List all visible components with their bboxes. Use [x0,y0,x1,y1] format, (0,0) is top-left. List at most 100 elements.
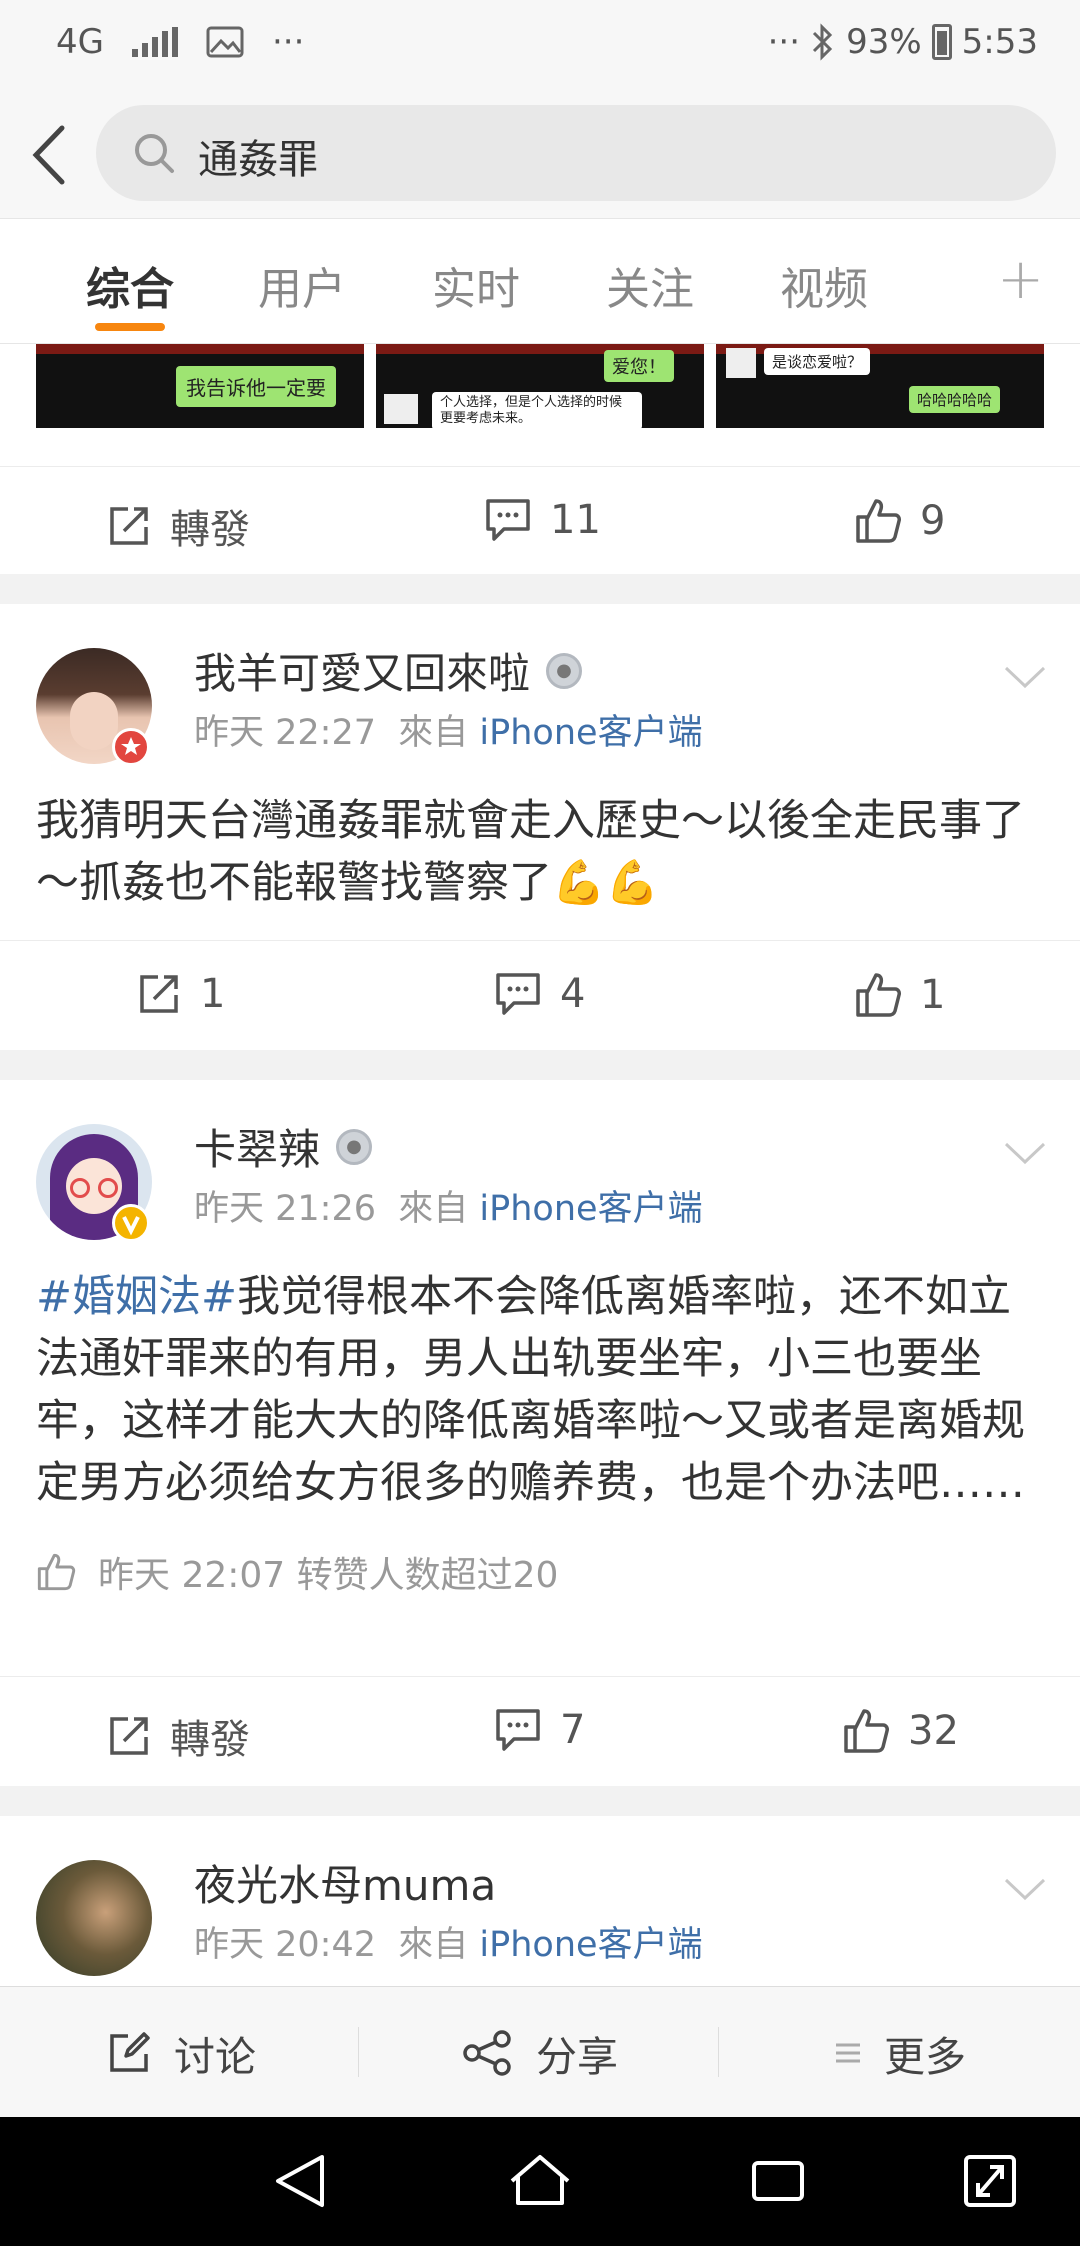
search-results-feed[interactable]: 我告诉他一定要 爱您！ 个人选择，但是个人选择的时候更要考虑未来。 是谈恋爱啦？… [0,344,1080,1986]
add-tab-icon[interactable]: + [997,247,1044,312]
post-image[interactable]: 我告诉他一定要 [36,344,364,428]
post-actions: 1 4 1 [0,940,1080,1050]
back-icon[interactable] [22,120,86,190]
tab-videos[interactable]: 视频 [780,253,868,317]
chevron-down-icon[interactable] [1002,1876,1048,1902]
share-button[interactable]: 分享 [462,2023,618,2083]
chat-bubble: 我告诉他一定要 [176,366,336,407]
divider [358,2027,359,2077]
like-button[interactable]: 1 [854,971,945,1019]
nav-back-icon[interactable] [272,2151,328,2211]
bottom-action-bar: 讨论 分享 更多 [0,1986,1080,2117]
system-navigation-bar [0,2117,1080,2246]
tab-bar: 综合 用户 实时 关注 视频 + [0,218,1080,344]
tab-realtime[interactable]: 实时 [432,253,520,317]
post-text: 我猜明天台灣通姦罪就會走入歷史～以後全走民事了～抓姦也不能報警找警察了💪💪 [36,796,1025,908]
comment-count: 11 [550,497,601,543]
search-header: 通姦罪 [0,92,1080,218]
repost-icon [110,1717,148,1755]
repost-button[interactable]: 轉發 [106,497,250,555]
post-card[interactable]: 卡翠辣 ● 昨天 21:26 來自 iPhone客户端 #婚姻法#我觉得根本不会… [0,1080,1080,1786]
thumbs-up-icon [856,973,901,1017]
status-bar: 4G ··· ··· 93% 5:53 [0,0,1080,92]
post-card[interactable]: 我羊可愛又回來啦 ● 昨天 22:27 來自 iPhone客户端 我猜明天台灣通… [0,604,1080,1050]
author-name-text: 我羊可愛又回來啦 [194,649,531,698]
repost-label: 轉發 [170,1717,250,1763]
comment-button[interactable]: 11 [484,497,601,543]
like-summary-text: 昨天 22:07 转赞人数超过20 [98,1555,559,1596]
image-notification-icon [206,26,244,58]
repost-label: 轉發 [170,507,250,553]
medal-icon: ● [336,1128,373,1165]
like-button[interactable]: 9 [854,497,945,545]
like-count: 1 [920,972,946,1018]
post-time: 昨天 22:27 [194,713,376,753]
like-count: 9 [920,498,946,544]
post-meta: 昨天 21:26 來自 iPhone客户端 [194,1180,703,1231]
search-icon [135,134,174,173]
like-button[interactable]: 32 [842,1707,959,1755]
post-time: 昨天 21:26 [194,1189,376,1229]
comment-icon [496,973,540,1015]
nav-expand-icon[interactable] [962,2151,1018,2211]
signal-icon [131,27,178,57]
clock: 5:53 [961,22,1038,62]
chat-bubble: 个人选择，但是个人选择的时候更要考虑未来。 [432,392,642,428]
post-text: #婚姻法#我觉得根本不会降低离婚率啦，还不如立法通奸罪来的有用，男人出轨要坐牢，… [36,1266,1046,1514]
chevron-down-icon[interactable] [1002,664,1048,690]
repost-button[interactable]: 轉發 [106,1707,250,1765]
battery-percent: 93% [846,22,922,62]
discuss-button[interactable]: 讨论 [106,2023,256,2083]
comment-count: 7 [560,1707,586,1753]
menu-icon [836,2043,860,2063]
author-name[interactable]: 卡翠辣 ● [194,1116,373,1177]
thumbs-up-icon [37,1553,76,1591]
post-image-row: 我告诉他一定要 爱您！ 个人选择，但是个人选择的时候更要考虑未来。 是谈恋爱啦？… [36,344,1044,428]
more-button[interactable]: 更多 [834,2023,966,2083]
tab-users[interactable]: 用户 [258,253,346,317]
like-count: 32 [908,1708,959,1754]
nav-recents-icon[interactable] [748,2151,808,2211]
repost-icon [110,507,148,545]
chat-bubble: 是谈恋爱啦？ [764,348,871,375]
post-card: 我告诉他一定要 爱您！ 个人选择，但是个人选择的时候更要考虑未来。 是谈恋爱啦？… [0,344,1080,574]
repost-button[interactable]: 1 [136,971,225,1017]
post-time: 昨天 20:42 [194,1925,376,1965]
bluetooth-icon [813,23,833,61]
from-label: 來自 [398,1925,469,1965]
post-image[interactable]: 爱您！ 个人选择，但是个人选择的时候更要考虑未来。 [376,344,704,428]
search-input[interactable]: 通姦罪 [96,105,1056,201]
medal-icon: ● [546,652,583,689]
comment-button[interactable]: 7 [494,1707,585,1753]
chat-bubble: 爱您！ [604,350,674,382]
post-card[interactable]: 夜光水母muma 昨天 20:42 來自 iPhone客户端 [0,1816,1080,1986]
post-actions: 轉發 11 9 [0,466,1080,576]
chat-avatar [384,394,418,424]
hashtag-link[interactable]: #婚姻法# [36,1272,237,1322]
like-summary[interactable]: 昨天 22:07 转赞人数超过20 [36,1546,558,1598]
share-label: 分享 [536,2033,618,2081]
author-name[interactable]: 夜光水母muma [194,1852,496,1913]
discuss-label: 讨论 [174,2033,256,2081]
verified-badge [112,728,150,766]
repost-count: 1 [200,971,226,1017]
author-name[interactable]: 我羊可愛又回來啦 ● [194,640,583,701]
author-name-text: 夜光水母muma [194,1861,497,1910]
post-image[interactable]: 是谈恋爱啦？ 哈哈哈哈哈 [716,344,1044,428]
chevron-down-icon[interactable] [1002,1140,1048,1166]
search-query: 通姦罪 [198,137,318,183]
nav-home-icon[interactable] [508,2151,572,2211]
active-tab-indicator [95,323,165,331]
avatar[interactable] [36,1860,152,1976]
post-source[interactable]: iPhone客户端 [479,1189,702,1229]
post-source[interactable]: iPhone客户端 [479,1925,702,1965]
tab-comprehensive[interactable]: 综合 [86,253,174,317]
battery-icon [931,24,952,60]
tab-following[interactable]: 关注 [606,253,694,317]
more-label: 更多 [884,2033,966,2081]
from-label: 來自 [398,1189,469,1229]
post-meta: 昨天 22:27 來自 iPhone客户端 [194,704,703,755]
comment-button[interactable]: 4 [494,971,585,1017]
post-source[interactable]: iPhone客户端 [479,713,702,753]
thumbs-up-icon [856,499,901,543]
